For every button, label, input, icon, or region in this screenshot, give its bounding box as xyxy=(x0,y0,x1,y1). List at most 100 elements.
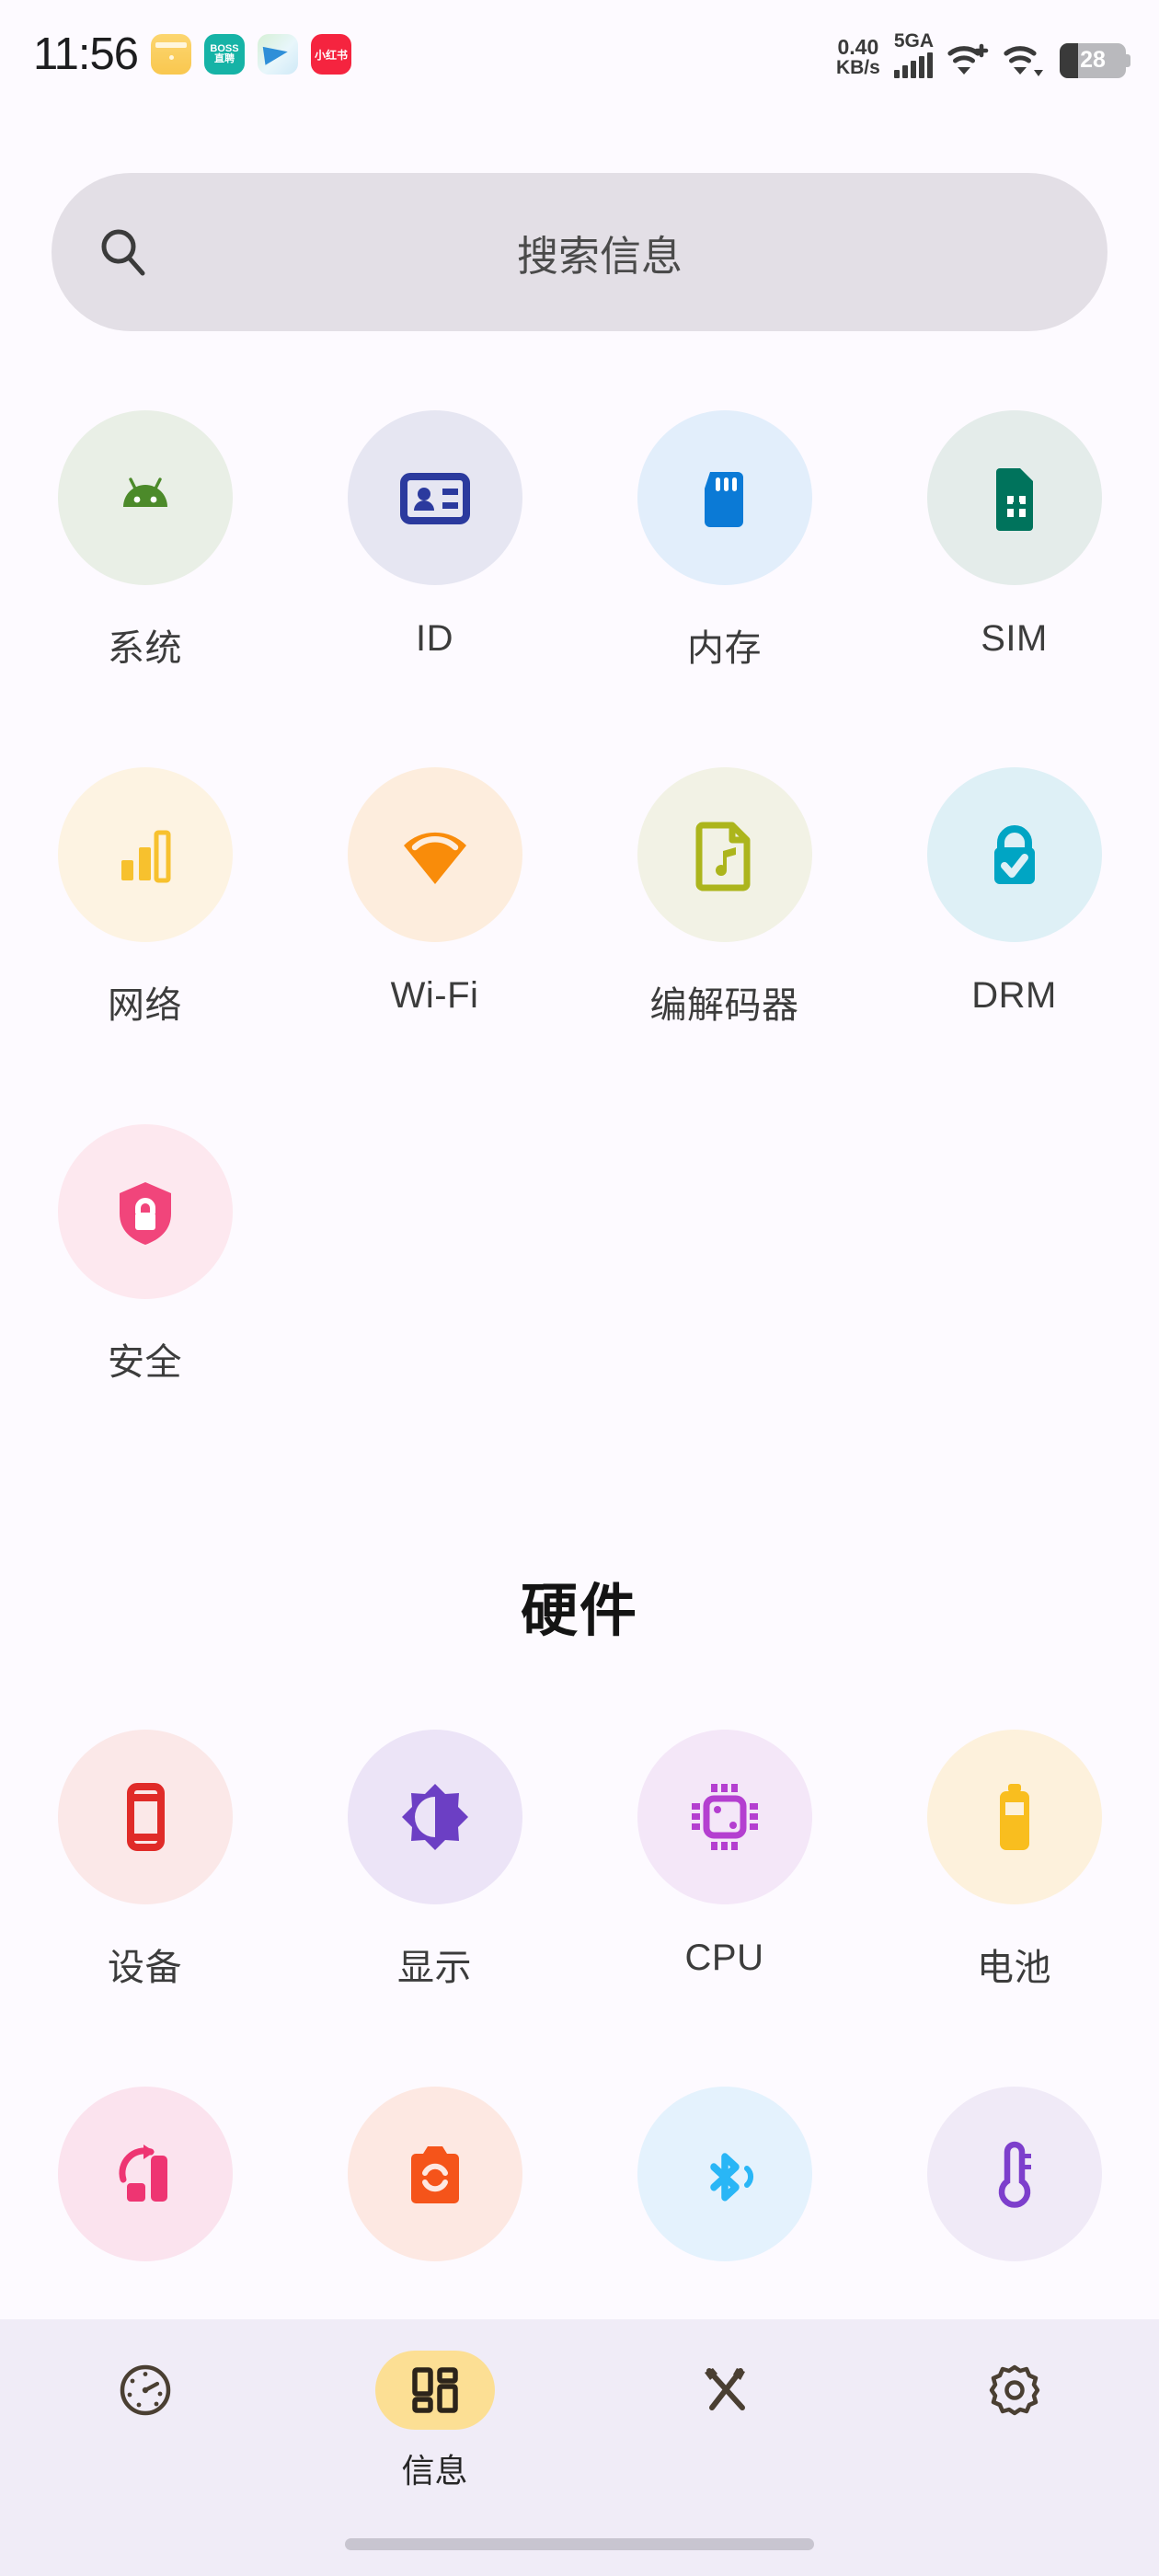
network-speed-value: 0.40 xyxy=(837,34,879,59)
network-speed-unit: KB/s xyxy=(835,57,880,79)
grid-item-显示[interactable]: 显示 xyxy=(290,1730,580,1991)
gear-icon xyxy=(986,2362,1043,2419)
sd-card-icon xyxy=(704,472,743,527)
phone-screen: 11:56 BOSS 直聘 小红书 0.40 KB/s 5GA 28 搜索信息 … xyxy=(0,0,1159,2576)
telegram-app-icon xyxy=(257,34,298,75)
icon-circle xyxy=(347,767,522,942)
icon-circle xyxy=(347,410,522,585)
grid-item-电池[interactable]: 电池 xyxy=(869,1730,1159,1991)
grid-item-label: 系统 xyxy=(108,628,182,669)
nav-label-info: 信息 xyxy=(401,2452,468,2490)
hardware-section-title: 硬件 xyxy=(520,1580,638,1643)
icon-circle xyxy=(926,1730,1102,1904)
cellular-signal-indicator: 5GA xyxy=(893,29,934,78)
xiaohongshu-app-icon: 小红书 xyxy=(310,34,351,75)
icon-circle xyxy=(926,410,1102,585)
brightness-icon xyxy=(401,1784,468,1850)
network-type-label: 5GA xyxy=(893,29,934,52)
software-icon-grid: 系统 ID 内存 SIM 网络 Wi-Fi 编解码器 DRM 安全 xyxy=(0,410,1159,1481)
grid-item-DRM[interactable]: DRM xyxy=(869,767,1159,1029)
nav-pill-info[interactable] xyxy=(374,2351,495,2430)
wallet-app-icon xyxy=(150,34,191,75)
thermometer-icon xyxy=(998,2141,1031,2208)
grid-item-label: ID xyxy=(416,618,453,659)
grid-item-网络[interactable]: 网络 xyxy=(0,767,290,1029)
battery-icon xyxy=(999,1784,1029,1850)
shield-lock-icon xyxy=(119,1182,171,1245)
grid-item-label: 电池 xyxy=(977,1948,1051,1988)
boss-line2: 直聘 xyxy=(213,53,235,64)
android-icon xyxy=(122,477,167,507)
sim-card-icon xyxy=(995,468,1033,531)
battery-percent-label: 28 xyxy=(1080,47,1106,73)
phone-icon xyxy=(126,1783,165,1851)
grid-item-系统[interactable]: 系统 xyxy=(0,410,290,672)
icon-circle xyxy=(926,2087,1102,2261)
grid-item-thermometer[interactable] xyxy=(869,2087,1159,2294)
grid-item-label: 安全 xyxy=(108,1342,182,1383)
status-bar-left: 11:56 BOSS 直聘 小红书 xyxy=(33,29,351,80)
grid-item-label: 编解码器 xyxy=(649,985,799,1026)
status-bar-right: 0.40 KB/s 5GA 28 xyxy=(835,29,1130,79)
icon-circle xyxy=(347,1730,522,1904)
signal-bars-icon xyxy=(893,52,933,78)
home-indicator xyxy=(345,2538,814,2550)
icon-circle xyxy=(57,410,233,585)
grid-item-label: CPU xyxy=(684,1938,764,1978)
nav-pill-settings[interactable] xyxy=(955,2351,1074,2430)
music-file-icon xyxy=(695,822,750,891)
nav-item-settings[interactable] xyxy=(869,2351,1159,2444)
status-clock: 11:56 xyxy=(33,29,139,79)
status-bar: 11:56 BOSS 直聘 小红书 0.40 KB/s 5GA 28 xyxy=(0,0,1159,109)
tools-icon xyxy=(696,2362,753,2419)
wifi-icon xyxy=(1004,41,1046,78)
battery-indicator: 28 xyxy=(1060,42,1130,78)
grid-item-bluetooth[interactable] xyxy=(580,2087,869,2294)
icon-circle xyxy=(347,2087,522,2261)
icon-circle xyxy=(57,1124,233,1299)
bluetooth-icon xyxy=(709,2153,753,2202)
camera-icon xyxy=(410,2146,459,2203)
grid-item-label: 显示 xyxy=(397,1948,472,1988)
icon-circle xyxy=(637,410,812,585)
sensor-rotation-icon xyxy=(118,2145,167,2202)
nav-pill-dashboard[interactable] xyxy=(86,2351,205,2430)
grid-item-label: 网络 xyxy=(108,985,182,1026)
icon-circle xyxy=(57,767,233,942)
grid-item-ID[interactable]: ID xyxy=(290,410,580,672)
dashboard-grid-icon xyxy=(407,2362,464,2419)
grid-item-编解码器[interactable]: 编解码器 xyxy=(580,767,869,1029)
icon-circle xyxy=(926,767,1102,942)
icon-circle xyxy=(637,2087,812,2261)
grid-item-sensor-rotation[interactable] xyxy=(0,2087,290,2294)
hardware-icon-grid: 设备 显示 CPU 电池 xyxy=(0,1730,1159,2390)
icon-circle xyxy=(57,2087,233,2261)
nav-item-info[interactable]: 信息 xyxy=(290,2351,580,2492)
grid-item-SIM[interactable]: SIM xyxy=(869,410,1159,672)
grid-item-内存[interactable]: 内存 xyxy=(580,410,869,672)
grid-item-label: Wi-Fi xyxy=(390,975,479,1016)
grid-item-label: DRM xyxy=(971,975,1057,1016)
grid-item-label: SIM xyxy=(981,618,1048,659)
signal-bars-icon xyxy=(120,830,170,883)
grid-item-安全[interactable]: 安全 xyxy=(0,1124,290,1386)
nav-item-tools[interactable] xyxy=(580,2351,869,2444)
nav-item-dashboard[interactable] xyxy=(0,2351,290,2444)
grid-item-Wi-Fi[interactable]: Wi-Fi xyxy=(290,767,580,1029)
grid-item-设备[interactable]: 设备 xyxy=(0,1730,290,1991)
boss-zhipin-app-icon: BOSS 直聘 xyxy=(203,34,245,75)
wifi-plus-icon xyxy=(947,41,990,78)
grid-item-camera[interactable] xyxy=(290,2087,580,2294)
network-speed-indicator: 0.40 KB/s xyxy=(835,34,880,79)
icon-circle xyxy=(637,1730,812,1904)
nav-pill-tools[interactable] xyxy=(665,2351,785,2430)
wifi-fan-icon xyxy=(403,832,466,884)
grid-item-CPU[interactable]: CPU xyxy=(580,1730,869,1991)
grid-item-label: 内存 xyxy=(687,628,762,669)
cpu-chip-icon xyxy=(691,1784,758,1850)
grid-item-label: 设备 xyxy=(108,1948,182,1988)
lock-check-icon xyxy=(993,825,1035,884)
icon-circle xyxy=(637,767,812,942)
search-bar[interactable]: 搜索信息 xyxy=(52,173,1107,331)
search-input-placeholder[interactable]: 搜索信息 xyxy=(134,223,1065,282)
